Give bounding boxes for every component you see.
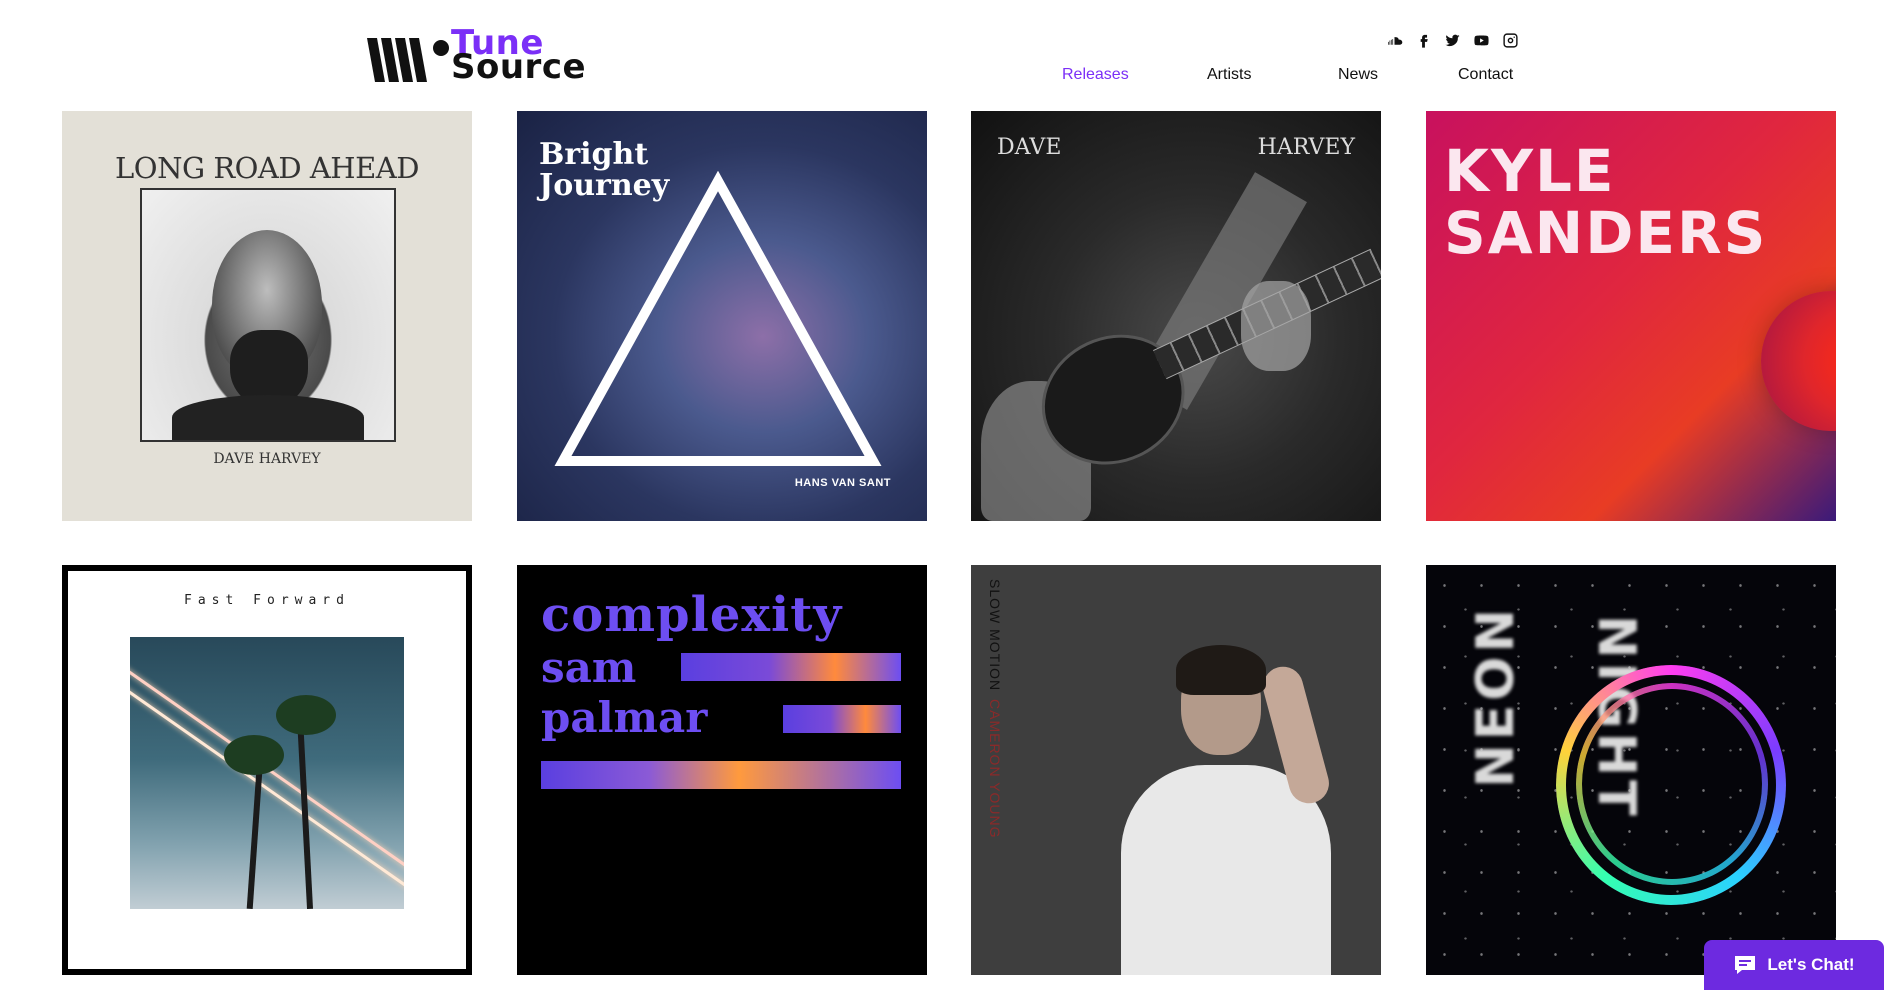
nav-contact[interactable]: Contact [1458,66,1513,84]
album-artist: CAMERON YOUNG [987,699,1003,839]
album-artist: HANS VAN SANT [794,477,891,489]
release-tile-fast-forward[interactable]: Fast Forward [62,565,472,975]
orb-graphic [1761,291,1836,431]
release-tile-dave-harvey[interactable]: DAVE HARVEY [971,111,1381,521]
release-tile-bright-journey[interactable]: Bright Journey HANS VAN SANT [517,111,927,521]
release-tile-neon-night[interactable]: NEON NIGHT [1426,565,1836,975]
nav-news[interactable]: News [1338,66,1378,84]
social-links [1386,32,1519,49]
chat-label: Let's Chat! [1767,955,1855,974]
logo-word-source: Source [451,47,587,87]
instagram-icon[interactable] [1502,32,1519,49]
album-title-left: DAVE [997,135,1062,160]
triangle-graphic [554,171,882,466]
album-artwork-photo [1121,645,1334,975]
guitar-graphic [1012,203,1381,488]
youtube-icon[interactable] [1473,32,1490,49]
album-title-line3: palmar [541,693,708,742]
soundcloud-icon[interactable] [1386,32,1403,49]
release-tile-long-road-ahead[interactable]: LONG ROAD AHEAD DAVE HARVEY [62,111,472,521]
album-title-line1: NEON [1466,605,1526,788]
album-title-line2: SANDERS [1444,199,1768,267]
album-artist: DAVE HARVEY [213,451,321,467]
release-tile-complexity[interactable]: complexity sam palmar [517,565,927,975]
album-title-right: HARVEY [1257,135,1355,160]
logo-mark-icon [367,38,449,82]
album-title: SLOW MOTION [987,579,1003,692]
album-title-line2: sam [541,643,637,692]
facebook-icon[interactable] [1415,32,1432,49]
album-artwork-photo [130,637,404,909]
nav-artists[interactable]: Artists [1207,66,1251,84]
nav-releases[interactable]: Releases [1062,66,1129,84]
release-tile-kyle-sanders[interactable]: KYLE SANDERS [1426,111,1836,521]
album-title-line1: KYLE [1444,137,1616,205]
twitter-icon[interactable] [1444,32,1461,49]
chat-button[interactable]: Let's Chat! [1704,940,1884,990]
logo[interactable]: Tune Source [367,26,597,87]
album-title-line1: complexity [541,587,843,643]
album-title: LONG ROAD AHEAD [115,151,419,185]
album-title: Fast Forward [184,593,350,608]
album-artwork-photo [140,188,396,442]
release-tile-slow-motion[interactable]: SLOW MOTION CAMERON YOUNG [971,565,1381,975]
chat-bubble-icon [1735,956,1756,974]
